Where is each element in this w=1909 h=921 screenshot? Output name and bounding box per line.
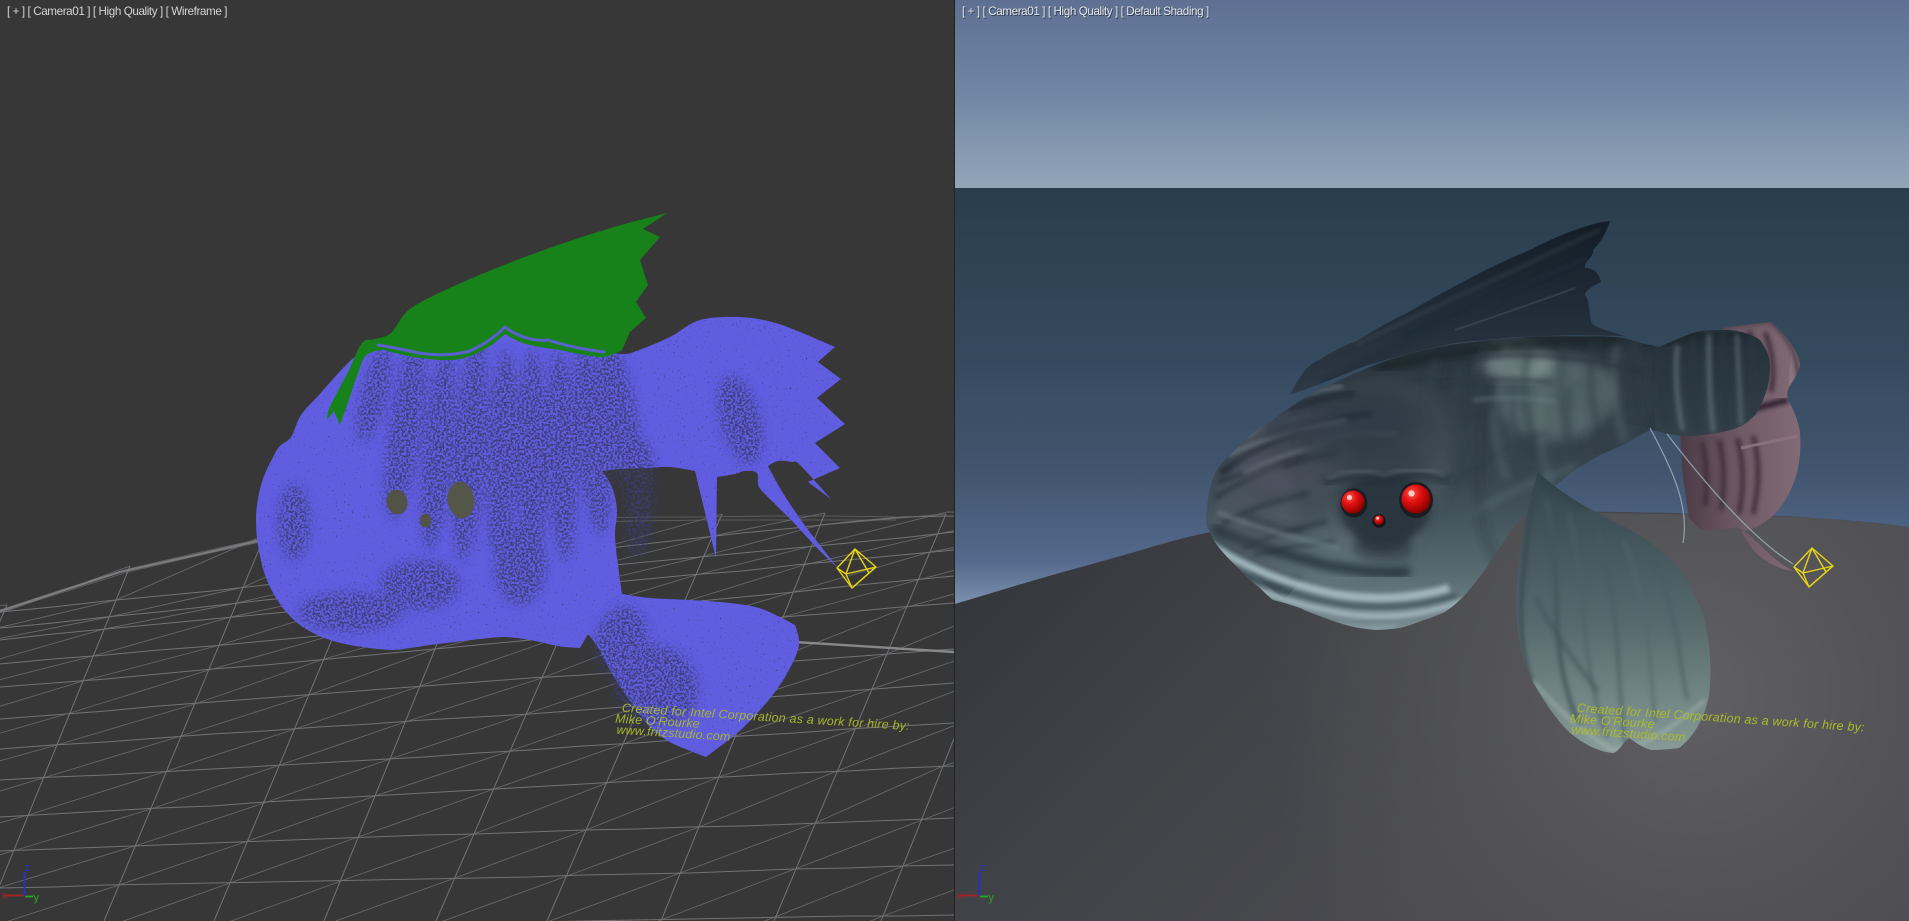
svg-text:y: y — [989, 892, 995, 904]
svg-text:z: z — [25, 862, 31, 874]
svg-text:x: x — [2, 890, 8, 902]
svg-text:x: x — [957, 890, 963, 902]
svg-text:y: y — [34, 892, 40, 904]
svg-text:z: z — [980, 862, 986, 874]
